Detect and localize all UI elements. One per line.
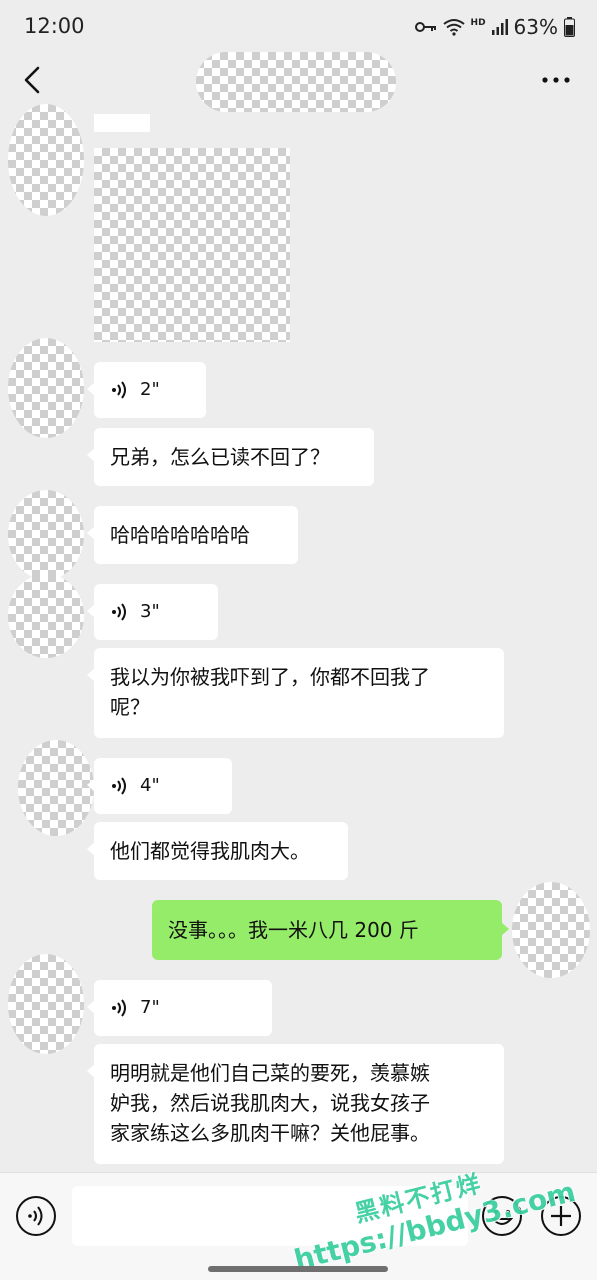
voice-duration: 2": [140, 379, 160, 400]
message-text-line: 明明就是他们自己菜的要死，羡慕嫉: [110, 1061, 430, 1085]
voice-duration: 3": [140, 601, 160, 622]
home-indicator[interactable]: [208, 1266, 388, 1272]
chat-title-redacted: [196, 52, 396, 112]
voice-message[interactable]: 7": [87, 980, 272, 1036]
message-text: 没事。。。我一米八几 200 斤: [168, 918, 419, 942]
cell-signal-icon: [491, 19, 508, 35]
voice-input-icon[interactable]: [15, 1195, 57, 1237]
status-icons: HD 63%: [414, 14, 575, 40]
voice-message[interactable]: 2": [87, 362, 206, 418]
contact-avatar[interactable]: [18, 740, 94, 836]
sent-text-message[interactable]: 没事。。。我一米八几 200 斤: [152, 900, 509, 960]
contact-avatar[interactable]: [8, 490, 84, 580]
chat-header: [0, 52, 597, 112]
message-text: 兄弟，怎么已读不回了？: [110, 445, 330, 469]
contact-avatar[interactable]: [8, 338, 84, 438]
chevron-left-icon[interactable]: [18, 62, 50, 98]
voice-wave-icon: [110, 997, 132, 1019]
hd-badge: HD: [470, 18, 486, 28]
voice-wave-icon: [110, 379, 132, 401]
message-text: 哈哈哈哈哈哈哈: [110, 523, 250, 547]
my-avatar[interactable]: [512, 882, 590, 978]
message-text-line: 家家练这么多肌肉干嘛？关他屁事。: [110, 1121, 430, 1145]
image-message-top-strip: [94, 114, 150, 132]
message-text-line: 呢？: [110, 695, 150, 719]
key-icon: [414, 20, 437, 34]
contact-avatar[interactable]: [8, 104, 84, 216]
message-text: 他们都觉得我肌肉大。: [110, 839, 310, 863]
voice-wave-icon: [110, 601, 132, 623]
voice-message[interactable]: 3": [87, 584, 218, 640]
contact-avatar[interactable]: [8, 954, 84, 1054]
battery-percent: 63%: [513, 15, 558, 39]
text-message[interactable]: 我以为你被我吓到了，你都不回我了 呢？: [87, 648, 504, 738]
text-message[interactable]: 兄弟，怎么已读不回了？: [87, 428, 374, 486]
message-text-line: 我以为你被我吓到了，你都不回我了: [110, 665, 430, 689]
voice-wave-icon: [110, 775, 132, 797]
status-time: 12:00: [24, 14, 85, 38]
battery-icon: [564, 17, 575, 37]
voice-duration: 7": [140, 997, 160, 1018]
more-icon[interactable]: [539, 66, 573, 94]
voice-message[interactable]: 4": [87, 758, 232, 814]
text-message[interactable]: 他们都觉得我肌肉大。: [87, 822, 348, 880]
image-message[interactable]: [94, 148, 290, 342]
message-text-line: 妒我，然后说我肌肉大，说我女孩子: [110, 1091, 430, 1115]
status-bar: 12:00 HD 63%: [0, 0, 597, 52]
wifi-icon: [442, 18, 465, 36]
voice-duration: 4": [140, 775, 160, 796]
text-message[interactable]: 明明就是他们自己菜的要死，羡慕嫉 妒我，然后说我肌肉大，说我女孩子 家家练这么多…: [87, 1044, 504, 1164]
text-message[interactable]: 哈哈哈哈哈哈哈: [87, 506, 298, 564]
contact-avatar[interactable]: [8, 574, 84, 658]
